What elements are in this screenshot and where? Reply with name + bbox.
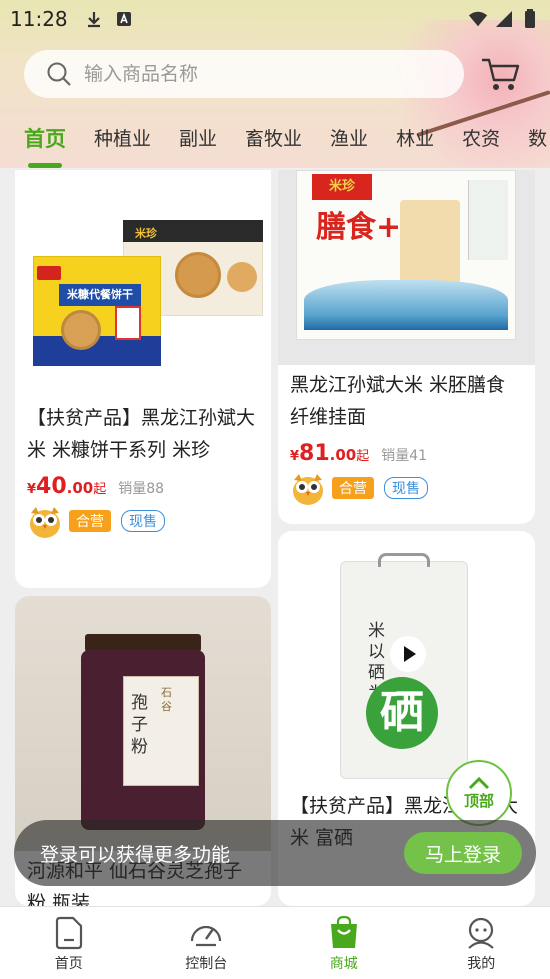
tab-home[interactable]: 首页 bbox=[24, 120, 66, 168]
sales-count: 销量88 bbox=[118, 481, 165, 497]
nav-mine[interactable]: 我的 bbox=[413, 907, 550, 979]
search-input[interactable] bbox=[84, 63, 384, 85]
status-time: 11:28 bbox=[10, 7, 68, 31]
tab-planting[interactable]: 种植业 bbox=[94, 120, 151, 158]
chevron-up-icon bbox=[468, 776, 490, 789]
badge-joint: 合营 bbox=[332, 477, 374, 499]
nav-mall[interactable]: 商城 bbox=[275, 907, 413, 979]
badge-joint: 合营 bbox=[69, 510, 111, 532]
search-icon bbox=[47, 62, 71, 86]
search-box[interactable] bbox=[24, 50, 464, 98]
signal-icon bbox=[494, 9, 514, 29]
tab-forestry[interactable]: 林业 bbox=[396, 120, 434, 158]
product-image: 米珍 膳食+ bbox=[278, 170, 535, 365]
product-image: 米以硒为贵 硒 bbox=[278, 531, 535, 786]
tab-agri-supplies[interactable]: 农资 bbox=[462, 120, 500, 158]
nav-dashboard[interactable]: 控制台 bbox=[138, 907, 276, 979]
user-icon bbox=[468, 917, 494, 949]
product-image: 米珍 米糠代餐饼干 bbox=[15, 170, 271, 392]
tab-sideline[interactable]: 副业 bbox=[179, 120, 217, 158]
tab-livestock[interactable]: 畜牧业 bbox=[245, 120, 302, 158]
wifi-icon bbox=[468, 9, 488, 29]
owl-mascot-icon bbox=[293, 474, 323, 505]
product-title[interactable]: 黑龙江孙斌大米 米胚膳食纤维挂面 bbox=[278, 369, 535, 433]
shopping-bag-icon bbox=[330, 915, 357, 948]
cart-icon[interactable] bbox=[480, 52, 522, 94]
product-card[interactable]: 米珍 米糠代餐饼干 【扶贫产品】黑龙江孙斌大米 米糠饼干系列 米珍 ¥ 40 .… bbox=[15, 170, 271, 588]
category-tabs: 首页 种植业 副业 畜牧业 渔业 林业 农资 数 bbox=[0, 120, 550, 168]
login-prompt-text: 登录可以获得更多功能 bbox=[40, 843, 231, 866]
tag-row: 合营 现售 bbox=[278, 470, 535, 506]
status-bar: 11:28 bbox=[0, 0, 550, 38]
battery-icon bbox=[520, 9, 540, 29]
bottom-nav: 首页 控制台 商城 我的 bbox=[0, 906, 550, 979]
badge-in-stock: 现售 bbox=[384, 477, 428, 499]
tag-row: 合营 现售 bbox=[15, 503, 271, 539]
tab-fishery[interactable]: 渔业 bbox=[330, 120, 368, 158]
price-row: ¥ 40 .00 起 销量88 bbox=[27, 474, 165, 499]
home-icon bbox=[55, 916, 82, 950]
badge-in-stock: 现售 bbox=[121, 510, 165, 532]
tab-digital[interactable]: 数 bbox=[528, 120, 547, 158]
header: 11:28 输入商品名称 首页 种植业 副业 畜牧业 渔业 林业 农资 数 bbox=[0, 0, 550, 168]
nav-home[interactable]: 首页 bbox=[0, 907, 138, 979]
login-prompt-bar: 登录可以获得更多功能 马上登录 bbox=[14, 820, 536, 886]
download-icon bbox=[84, 9, 104, 29]
play-icon[interactable] bbox=[390, 636, 426, 672]
product-title[interactable]: 【扶贫产品】黑龙江孙斌大米 米糠饼干系列 米珍 bbox=[15, 402, 271, 466]
price-value: 81 bbox=[299, 441, 330, 466]
login-now-button[interactable]: 马上登录 bbox=[404, 832, 522, 874]
product-image: 孢子粉 石谷 bbox=[15, 596, 271, 851]
owl-mascot-icon bbox=[30, 507, 60, 538]
price-row: ¥ 81 .00 起 销量41 bbox=[290, 441, 428, 466]
back-to-top-button[interactable]: 顶部 bbox=[446, 760, 512, 826]
gauge-icon bbox=[191, 925, 222, 947]
price-value: 40 bbox=[36, 474, 67, 499]
keyboard-a-icon bbox=[114, 9, 134, 29]
product-card[interactable]: 米珍 膳食+ 黑龙江孙斌大米 米胚膳食纤维挂面 ¥ 81 .00 起 销量41 … bbox=[278, 170, 535, 524]
sales-count: 销量41 bbox=[381, 448, 428, 464]
